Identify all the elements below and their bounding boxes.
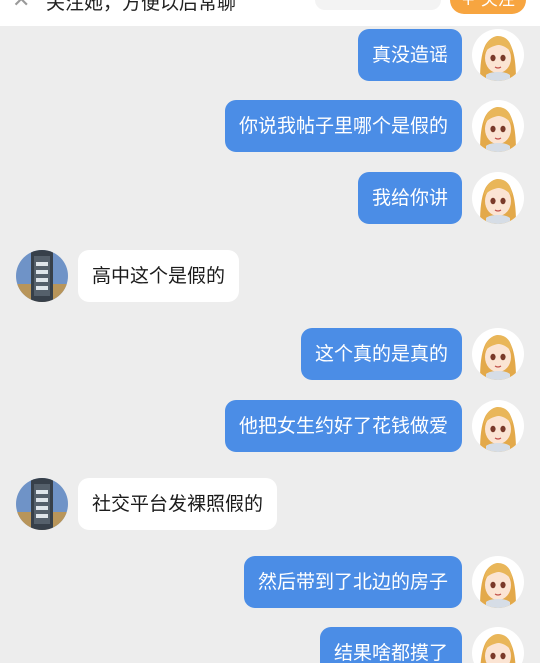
message-row: 他把女生约好了花钱做爱 <box>0 400 540 454</box>
message-row: 然后带到了北边的房子 <box>0 556 540 610</box>
message-bubble-theirs[interactable]: 社交平台发裸照假的 <box>78 478 278 530</box>
message-row: 高中这个是假的 <box>0 250 540 304</box>
my-avatar-icon[interactable] <box>472 400 524 452</box>
follow-hint-pill <box>315 0 441 10</box>
my-avatar-icon[interactable] <box>472 100 524 152</box>
message-row: 你说我帖子里哪个是假的 <box>0 100 540 154</box>
my-avatar-icon[interactable] <box>472 627 524 663</box>
message-row: 我给你讲 <box>0 172 540 226</box>
message-row: 这个真的是真的 <box>0 328 540 382</box>
my-avatar-icon[interactable] <box>472 172 524 224</box>
my-avatar-icon[interactable] <box>472 556 524 608</box>
message-bubble-mine[interactable]: 结果啥都摸了 <box>319 627 462 663</box>
message-bubble-mine[interactable]: 我给你讲 <box>357 172 462 224</box>
follow-prompt-bar: ✕ 关注她，方便以后常聊 + 关注 <box>0 0 540 26</box>
message-bubble-mine[interactable]: 然后带到了北边的房子 <box>243 556 462 608</box>
other-avatar-icon[interactable] <box>16 478 68 530</box>
message-row: 社交平台发裸照假的 <box>0 478 540 532</box>
message-bubble-mine[interactable]: 真没造谣 <box>357 29 462 81</box>
my-avatar-icon[interactable] <box>472 328 524 380</box>
message-bubble-mine[interactable]: 你说我帖子里哪个是假的 <box>224 100 462 152</box>
follow-button[interactable]: + 关注 <box>450 0 526 14</box>
close-icon[interactable]: ✕ <box>12 0 30 13</box>
my-avatar-icon[interactable] <box>472 29 524 81</box>
message-bubble-theirs[interactable]: 高中这个是假的 <box>78 250 240 302</box>
message-bubble-mine[interactable]: 这个真的是真的 <box>300 328 462 380</box>
message-row: 真没造谣 <box>0 29 540 83</box>
message-bubble-mine[interactable]: 他把女生约好了花钱做爱 <box>224 400 462 452</box>
follow-hint-text: 关注她，方便以后常聊 <box>46 0 237 14</box>
other-avatar-icon[interactable] <box>16 250 68 302</box>
message-row: 结果啥都摸了 <box>0 627 540 663</box>
